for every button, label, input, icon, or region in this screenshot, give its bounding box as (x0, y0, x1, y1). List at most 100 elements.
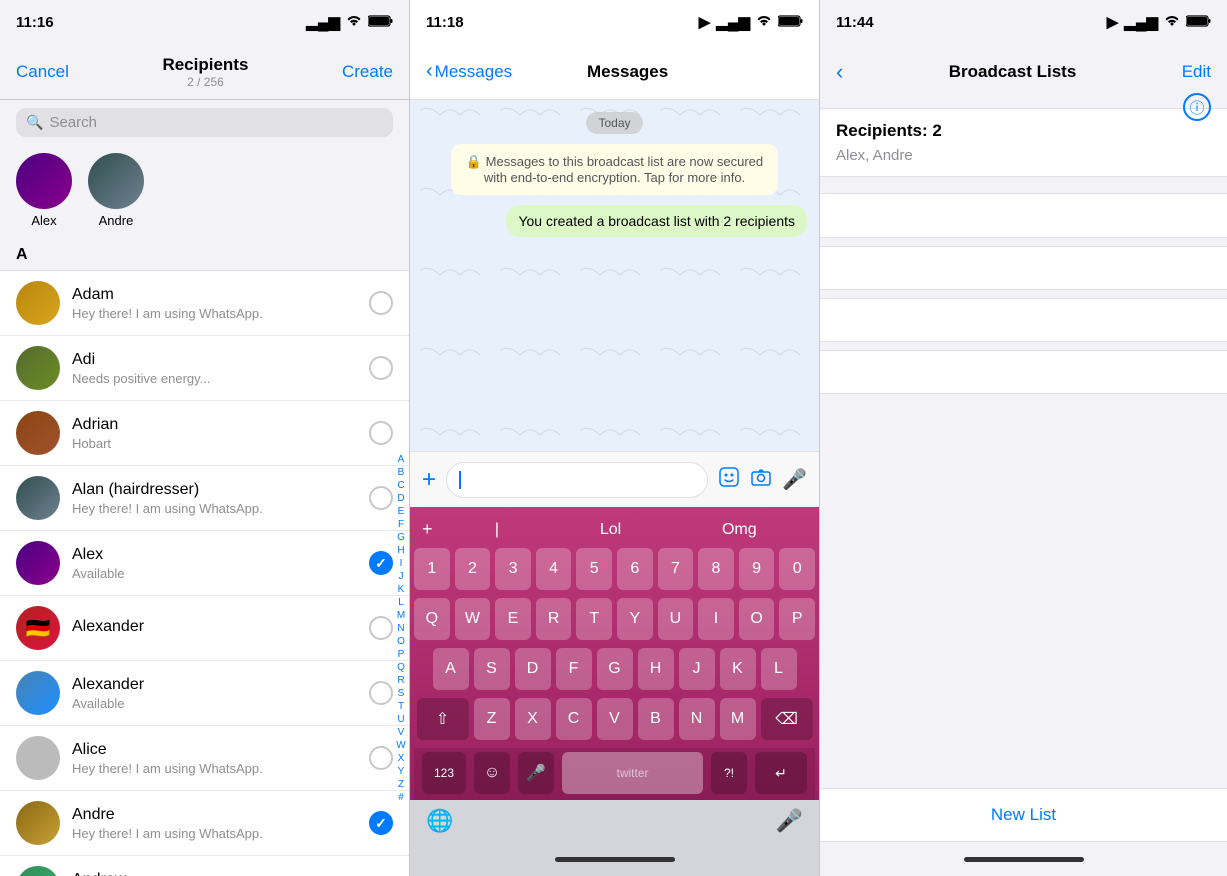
sugg-pipe[interactable]: | (495, 521, 499, 539)
message-input[interactable] (446, 462, 708, 498)
contact-andre[interactable]: Andre Hey there! I am using WhatsApp. (0, 791, 409, 856)
check-andre[interactable] (369, 811, 393, 835)
key-f[interactable]: F (556, 648, 592, 690)
check-alexander2[interactable] (369, 681, 393, 705)
key-7[interactable]: 7 (658, 548, 694, 590)
globe-icon[interactable]: 🌐 (426, 808, 453, 834)
key-8[interactable]: 8 (698, 548, 734, 590)
key-return[interactable]: ↵ (755, 752, 807, 794)
key-d[interactable]: D (515, 648, 551, 690)
avatar-adi (16, 346, 60, 390)
key-3[interactable]: 3 (495, 548, 531, 590)
key-2[interactable]: 2 (455, 548, 491, 590)
key-5[interactable]: 5 (576, 548, 612, 590)
key-emoji[interactable]: ☺ (474, 752, 510, 794)
edit-button[interactable]: Edit (1182, 62, 1211, 82)
avatar-andre-label: Andre (99, 213, 134, 228)
key-n[interactable]: N (679, 698, 715, 740)
key-m[interactable]: M (720, 698, 756, 740)
name-alexander1: Alexander (72, 618, 357, 636)
keyboard-suggestions: + | Lol Omg (414, 515, 815, 548)
contact-alan[interactable]: Alan (hairdresser) Hey there! I am using… (0, 466, 409, 531)
check-alice[interactable] (369, 746, 393, 770)
camera-icon[interactable] (750, 466, 772, 494)
info-button[interactable]: ⓘ (1183, 93, 1211, 121)
key-b[interactable]: B (638, 698, 674, 740)
key-a[interactable]: A (433, 648, 469, 690)
back-button-3[interactable]: ‹ (836, 59, 843, 85)
back-button[interactable]: ‹ Messages (426, 60, 512, 83)
chat-area: Today 🔒 Messages to this broadcast list … (410, 100, 819, 451)
key-p[interactable]: P (779, 598, 815, 640)
key-o[interactable]: O (739, 598, 775, 640)
key-0[interactable]: 0 (779, 548, 815, 590)
key-u[interactable]: U (658, 598, 694, 640)
key-123[interactable]: 123 (422, 752, 466, 794)
check-alex[interactable] (369, 551, 393, 575)
sugg-lol[interactable]: Lol (600, 521, 621, 539)
key-l[interactable]: L (761, 648, 797, 690)
add-attachment-button[interactable]: + (422, 466, 436, 494)
kbd-plus[interactable]: + (422, 519, 433, 540)
nav-bar-1: Cancel Recipients 2 / 256 Create (0, 44, 409, 100)
key-1[interactable]: 1 (414, 548, 450, 590)
key-s[interactable]: S (474, 648, 510, 690)
search-input-wrap[interactable]: 🔍 Search (16, 108, 393, 137)
contact-adi[interactable]: Adi Needs positive energy... (0, 336, 409, 401)
contact-adam[interactable]: Adam Hey there! I am using WhatsApp. (0, 271, 409, 336)
contact-alexander1[interactable]: 🇩🇪 Alexander (0, 596, 409, 661)
key-c[interactable]: C (556, 698, 592, 740)
key-q[interactable]: Q (414, 598, 450, 640)
check-adam[interactable] (369, 291, 393, 315)
new-list-button[interactable]: New List (820, 788, 1227, 842)
create-button[interactable]: Create (342, 62, 393, 82)
check-adrian[interactable] (369, 421, 393, 445)
mic-icon[interactable]: 🎤 (782, 467, 807, 492)
sugg-omg[interactable]: Omg (722, 521, 757, 539)
contact-andrew[interactable]: Andrew Hey there! I am using WhatsApp. (0, 856, 409, 876)
check-alexander1[interactable] (369, 616, 393, 640)
key-v[interactable]: V (597, 698, 633, 740)
input-bar: + 🎤 (410, 451, 819, 507)
search-input[interactable]: Search (49, 114, 97, 131)
key-backspace[interactable]: ⌫ (761, 698, 813, 740)
contact-adrian[interactable]: Adrian Hobart (0, 401, 409, 466)
contacts-list[interactable]: A B C D E F G H I J K L M N O P Q R S T (0, 271, 409, 876)
contact-alexander2[interactable]: Alexander Available (0, 661, 409, 726)
key-9[interactable]: 9 (739, 548, 775, 590)
selected-contacts: Alex Andre (0, 145, 409, 240)
key-shift[interactable]: ⇧ (417, 698, 469, 740)
keyboard[interactable]: + | Lol Omg 1 2 3 4 5 6 7 8 9 0 Q W E R … (410, 507, 819, 800)
key-w[interactable]: W (455, 598, 491, 640)
sticker-icon[interactable] (718, 466, 740, 494)
key-z[interactable]: Z (474, 698, 510, 740)
alpha-index[interactable]: A B C D E F G H I J K L M N O P Q R S T (393, 271, 409, 876)
broadcast-lists-panel: 11:44 ▶ ▂▄▆ ‹ Broadcast Lists Edit Recip… (820, 0, 1227, 876)
key-punct[interactable]: ?! (711, 752, 747, 794)
contact-alice[interactable]: Alice Hey there! I am using WhatsApp. (0, 726, 409, 791)
key-space[interactable]: twitter (562, 752, 703, 794)
key-mic-kbd[interactable]: 🎤 (518, 752, 554, 794)
key-e[interactable]: E (495, 598, 531, 640)
key-4[interactable]: 4 (536, 548, 572, 590)
check-alan[interactable] (369, 486, 393, 510)
mic-system-icon[interactable]: 🎤 (776, 808, 803, 834)
key-g[interactable]: G (597, 648, 633, 690)
key-x[interactable]: X (515, 698, 551, 740)
key-r[interactable]: R (536, 598, 572, 640)
info-alan: Alan (hairdresser) Hey there! I am using… (72, 481, 357, 516)
system-message[interactable]: 🔒 Messages to this broadcast list are no… (451, 144, 778, 195)
name-alex: Alex (72, 546, 357, 564)
key-y[interactable]: Y (617, 598, 653, 640)
key-i[interactable]: I (698, 598, 734, 640)
contact-alex[interactable]: Alex Available (0, 531, 409, 596)
key-h[interactable]: H (638, 648, 674, 690)
title-group-1: Recipients 2 / 256 (162, 55, 248, 89)
kbd-row-asdf: A S D F G H J K L (414, 648, 815, 690)
key-6[interactable]: 6 (617, 548, 653, 590)
check-adi[interactable] (369, 356, 393, 380)
key-k[interactable]: K (720, 648, 756, 690)
cancel-button[interactable]: Cancel (16, 62, 69, 82)
key-t[interactable]: T (576, 598, 612, 640)
key-j[interactable]: J (679, 648, 715, 690)
